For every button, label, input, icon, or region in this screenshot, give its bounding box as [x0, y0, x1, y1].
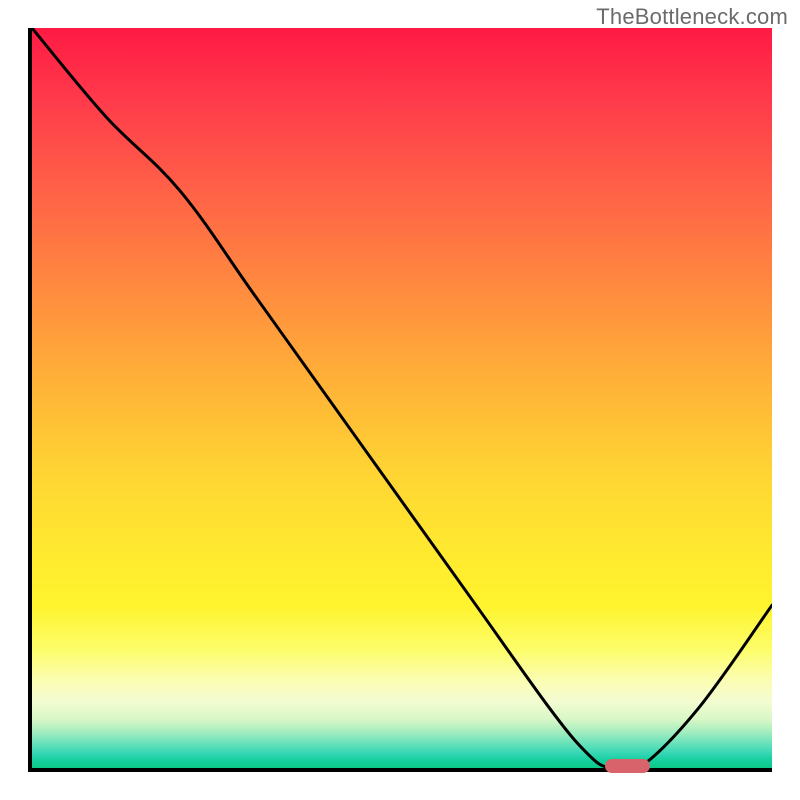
bottleneck-curve: [32, 28, 772, 768]
watermark-text: TheBottleneck.com: [596, 4, 788, 30]
curve-path: [32, 28, 772, 768]
optimal-range-marker: [605, 759, 650, 773]
plot-area: [28, 28, 772, 772]
